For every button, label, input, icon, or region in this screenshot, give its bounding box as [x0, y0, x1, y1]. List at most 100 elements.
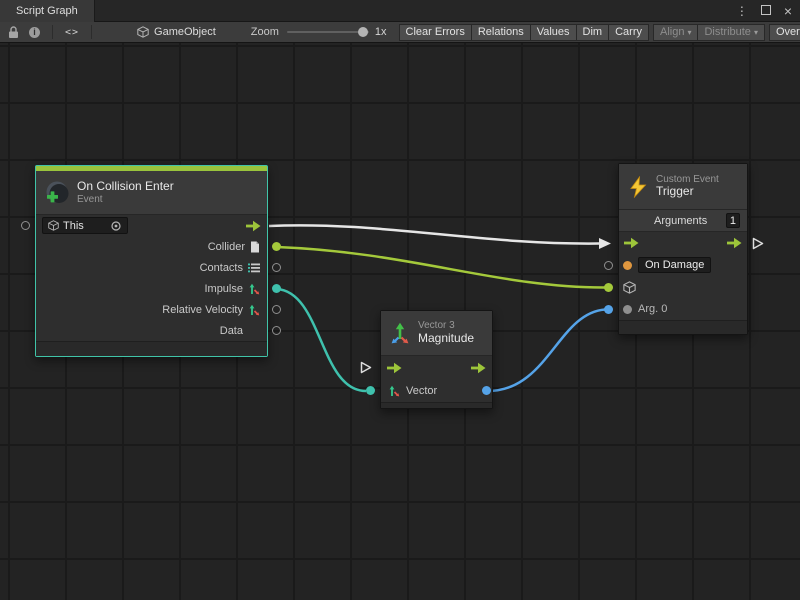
wire-collider-to-target[interactable] — [277, 247, 605, 288]
arguments-count-field[interactable]: 1 — [726, 213, 740, 228]
vector3-icon — [389, 322, 411, 344]
target-picker-icon[interactable] — [110, 220, 122, 232]
node-title: On Collision Enter — [77, 180, 174, 194]
node-ports: On Damage Arg. 0 — [619, 232, 747, 320]
port-label-impulse: Impulse — [204, 283, 243, 295]
arg0-port-dot[interactable] — [623, 305, 632, 314]
arguments-label: Arguments — [654, 215, 707, 227]
port-row — [619, 276, 747, 298]
info-icon[interactable]: i — [29, 27, 40, 38]
node-header[interactable]: On Collision Enter Event — [36, 171, 267, 215]
wire-flow-to-trigger[interactable] — [269, 225, 599, 243]
node-vector3-magnitude[interactable]: Vector 3 Magnitude — [380, 310, 493, 409]
port-row — [381, 356, 492, 379]
node-footer — [381, 402, 492, 408]
event-icon — [44, 180, 70, 206]
target-object-value: This — [63, 220, 106, 232]
flow-output-arrow-icon[interactable] — [727, 237, 742, 249]
impulse-output-port-dot[interactable] — [272, 284, 281, 293]
flow-input-arrow-icon[interactable] — [624, 237, 639, 249]
magnitude-output-port-dot[interactable] — [482, 386, 491, 395]
node-ports: Vector — [381, 356, 492, 402]
lightning-bolt-icon — [627, 176, 649, 198]
node-title: Magnitude — [418, 332, 474, 346]
flow-output-arrow-icon[interactable] — [471, 362, 486, 374]
node-header[interactable]: Vector 3 Magnitude — [381, 311, 492, 356]
port-label-contacts: Contacts — [200, 262, 243, 274]
flow-output-triangle-icon[interactable] — [752, 237, 764, 255]
chevron-down-icon: ▾ — [754, 28, 758, 37]
graph-toolbar: i <> GameObject Zoom 1x Clear Errors Rel… — [0, 22, 800, 43]
target-object-field[interactable]: This — [42, 217, 128, 234]
gameobject-label: GameObject — [154, 26, 216, 38]
data-output-port-dot[interactable] — [272, 326, 281, 335]
vector-input-port-dot[interactable] — [366, 386, 375, 395]
port-label-data: Data — [220, 325, 243, 337]
this-input-port-dot[interactable] — [21, 221, 30, 230]
close-icon[interactable]: × — [784, 0, 792, 22]
window-controls: ⋮ × — [736, 0, 792, 22]
node-custom-event-trigger[interactable]: Custom Event Trigger Arguments 1 — [618, 163, 748, 335]
values-button[interactable]: Values — [530, 24, 577, 41]
vector3-icon — [248, 304, 260, 316]
align-label: Align — [660, 26, 684, 38]
node-header[interactable]: Custom Event Trigger — [619, 164, 747, 210]
zoom-slider[interactable] — [287, 25, 369, 39]
port-row: Collider — [36, 236, 267, 257]
port-row — [619, 232, 747, 254]
contacts-output-port-dot[interactable] — [272, 263, 281, 272]
graph-scene: On Collision Enter Event This — [0, 43, 800, 600]
port-row: This — [36, 215, 267, 236]
toolbar-separator — [91, 25, 92, 39]
event-name-input-port-dot[interactable] — [604, 261, 613, 270]
zoom-value: 1x — [375, 26, 387, 38]
distribute-button[interactable]: Distribute ▾ — [697, 24, 764, 41]
gameobject-reference[interactable]: GameObject — [137, 26, 216, 38]
flow-input-triangle-icon[interactable] — [360, 361, 372, 379]
maximize-icon[interactable] — [761, 0, 771, 22]
graph-canvas[interactable]: On Collision Enter Event This — [0, 43, 800, 600]
node-subtitle: Event — [77, 194, 174, 206]
port-row: Relative Velocity — [36, 299, 267, 320]
wire-impulse-to-vector[interactable] — [277, 289, 366, 391]
relative-velocity-output-port-dot[interactable] — [272, 305, 281, 314]
code-icon[interactable]: <> — [65, 27, 79, 38]
collider-file-icon — [250, 241, 260, 253]
info-glyph: i — [29, 27, 40, 38]
port-row: On Damage — [619, 254, 747, 276]
cube-icon[interactable] — [623, 281, 636, 294]
wire-magnitude-to-arg0[interactable] — [488, 310, 605, 392]
vector3-icon — [388, 385, 400, 397]
dim-button[interactable]: Dim — [576, 24, 610, 41]
carry-button[interactable]: Carry — [608, 24, 649, 41]
align-button[interactable]: Align ▾ — [653, 24, 698, 41]
zoom-slider-track — [287, 31, 369, 33]
clear-errors-button[interactable]: Clear Errors — [399, 24, 472, 41]
distribute-label: Distribute — [704, 26, 750, 38]
collider-output-port-dot[interactable] — [272, 242, 281, 251]
zoom-slider-handle[interactable] — [358, 27, 368, 37]
flow-output-arrow-icon[interactable] — [246, 220, 261, 232]
port-label-arg0: Arg. 0 — [638, 303, 667, 315]
tab-script-graph[interactable]: Script Graph — [0, 0, 95, 22]
tab-label: Script Graph — [16, 5, 78, 17]
event-name-field[interactable]: On Damage — [638, 257, 711, 273]
lock-icon[interactable] — [8, 26, 19, 39]
overview-button[interactable]: Overv — [769, 24, 800, 41]
node-ports: This Collider — [36, 215, 267, 341]
event-name-port-dot[interactable] — [623, 261, 632, 270]
zoom-label: Zoom — [251, 26, 279, 38]
node-on-collision-enter[interactable]: On Collision Enter Event This — [35, 165, 268, 357]
cube-icon — [48, 220, 59, 231]
relations-button[interactable]: Relations — [471, 24, 531, 41]
port-row: Vector — [381, 379, 492, 402]
menu-icon[interactable]: ⋮ — [736, 0, 748, 22]
target-input-port-dot[interactable] — [604, 283, 613, 292]
flow-input-arrow-icon[interactable] — [387, 362, 402, 374]
port-row: Contacts — [36, 257, 267, 278]
node-footer — [36, 341, 267, 356]
arg0-input-port-dot[interactable] — [604, 305, 613, 314]
port-label-vector: Vector — [406, 385, 437, 397]
node-title: Trigger — [656, 185, 719, 199]
vector3-icon — [248, 283, 260, 295]
